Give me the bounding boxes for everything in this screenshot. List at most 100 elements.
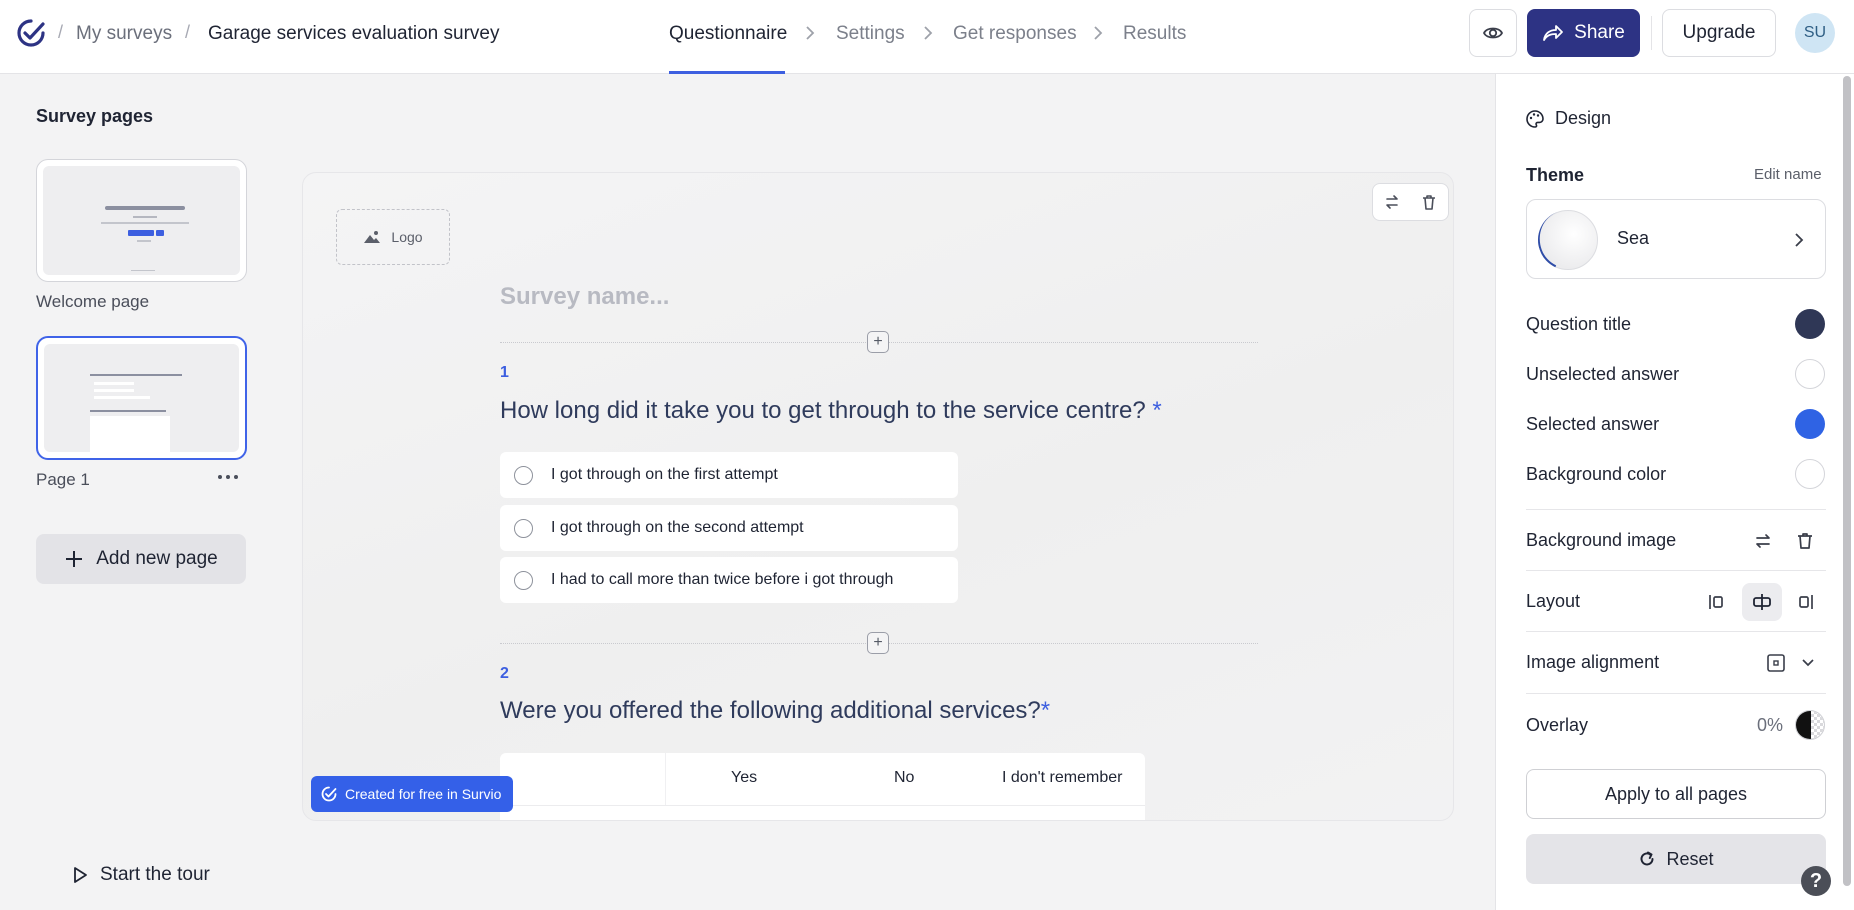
scrollbar-thumb[interactable]	[1843, 76, 1851, 886]
matrix-column-no: No	[894, 769, 915, 786]
edit-name-link[interactable]: Edit name	[1754, 166, 1822, 183]
reset-icon	[1641, 851, 1654, 866]
more-options-icon[interactable]	[216, 472, 240, 482]
answer-option-label: I got through on the second attempt	[551, 519, 804, 536]
question-title[interactable]: Were you offered the following additiona…	[500, 697, 1050, 725]
theme-label: Theme	[1526, 165, 1585, 185]
upgrade-button[interactable]: Upgrade	[1662, 9, 1776, 57]
layout-right-icon[interactable]	[1792, 588, 1820, 616]
chevron-right-icon	[1094, 26, 1103, 40]
thumbnail-preview	[44, 344, 239, 452]
survio-branding-badge[interactable]: Created for free in Survio	[311, 776, 514, 812]
question-title-color-swatch[interactable]	[1795, 309, 1825, 339]
eye-icon	[1482, 27, 1504, 39]
active-tab-underline	[669, 71, 785, 74]
overlay-label: Overlay	[1526, 715, 1589, 735]
page-label-welcome[interactable]: Welcome page	[36, 292, 149, 312]
selected-answer-color-label: Selected answer	[1526, 414, 1660, 434]
theme-name: Sea	[1617, 228, 1650, 248]
reset-label: Reset	[1666, 848, 1714, 869]
chevron-right-icon	[1795, 233, 1804, 247]
background-image-label: Background image	[1526, 530, 1677, 550]
overlay-value: 0%	[1757, 715, 1784, 735]
add-question-button[interactable]: +	[867, 632, 889, 654]
question-number: 1	[500, 364, 509, 381]
radio-button[interactable]	[514, 518, 533, 538]
answer-option[interactable]: I had to call more than twice before i g…	[500, 557, 958, 603]
selected-answer-color-swatch[interactable]	[1795, 409, 1825, 439]
scrollbar[interactable]	[1843, 76, 1851, 906]
radio-button[interactable]	[514, 465, 533, 485]
survey-name-input[interactable]: Survey name...	[500, 283, 669, 311]
trash-icon[interactable]	[1791, 527, 1819, 555]
page-thumbnail-welcome[interactable]	[36, 159, 247, 282]
question-number: 2	[500, 665, 509, 682]
matrix-column-dont-remember: I don't remember	[1002, 769, 1123, 786]
page-label-page-1[interactable]: Page 1	[36, 470, 90, 490]
share-arrow-icon	[1543, 25, 1564, 41]
answer-option-label: I got through on the first attempt	[551, 466, 778, 483]
swap-icon[interactable]	[1383, 193, 1401, 211]
thumbnail-preview	[43, 166, 240, 275]
apply-to-all-pages-button[interactable]: Apply to all pages	[1526, 769, 1826, 819]
survey-pages-title: Survey pages	[36, 106, 154, 126]
image-alignment-label: Image alignment	[1526, 652, 1660, 672]
share-button[interactable]: Share	[1527, 9, 1640, 57]
breadcrumb-separator: /	[58, 22, 64, 42]
theme-selector[interactable]: Sea	[1526, 199, 1826, 279]
answer-option[interactable]: I got through on the first attempt	[500, 452, 958, 498]
survio-check-icon	[321, 786, 337, 802]
page-thumbnail-page-1[interactable]	[36, 336, 247, 460]
tab-results[interactable]: Results	[1123, 23, 1186, 45]
matrix-question-table: Yes No I don't remember	[500, 753, 1145, 820]
trash-icon[interactable]	[1420, 193, 1438, 211]
header-divider	[1651, 16, 1652, 50]
question-title-text: How long did it take you to get through …	[500, 397, 1146, 424]
add-new-page-label: Add new page	[96, 548, 218, 569]
layout-left-icon[interactable]	[1702, 588, 1730, 616]
alignment-center-icon[interactable]	[1762, 649, 1790, 677]
swap-icon[interactable]	[1749, 527, 1777, 555]
unselected-answer-color-swatch[interactable]	[1795, 359, 1825, 389]
chevron-right-icon	[924, 26, 933, 40]
chevron-down-icon[interactable]	[1794, 649, 1822, 677]
matrix-header-divider	[500, 805, 1145, 806]
divider	[1526, 509, 1826, 510]
divider	[1526, 570, 1826, 571]
divider	[1526, 693, 1826, 694]
theme-swatch-accent	[1529, 201, 1607, 279]
start-tour-button[interactable]: Start the tour	[72, 864, 210, 886]
overlay-swatch[interactable]	[1795, 710, 1825, 740]
required-mark: *	[1152, 397, 1162, 424]
background-color-swatch[interactable]	[1795, 459, 1825, 489]
answer-option[interactable]: I got through on the second attempt	[500, 505, 958, 551]
logo-upload-box[interactable]: Logo	[336, 209, 450, 265]
breadcrumb-survey-title[interactable]: Garage services evaluation survey	[208, 23, 499, 45]
top-header: / My surveys / Garage services evaluatio…	[0, 0, 1854, 74]
help-button[interactable]: ?	[1801, 866, 1831, 896]
tab-settings[interactable]: Settings	[836, 23, 905, 45]
unselected-answer-color-label: Unselected answer	[1526, 364, 1680, 384]
background-tools	[1372, 183, 1449, 221]
tab-questionnaire[interactable]: Questionnaire	[669, 23, 787, 45]
design-title: Design	[1555, 108, 1612, 128]
layout-center-icon[interactable]	[1742, 583, 1782, 621]
reset-button[interactable]: Reset	[1526, 834, 1826, 884]
plus-icon	[66, 551, 83, 567]
palette-icon	[1526, 109, 1544, 128]
breadcrumb-my-surveys[interactable]: My surveys	[76, 23, 172, 45]
add-question-button[interactable]: +	[867, 331, 889, 353]
matrix-column-yes: Yes	[731, 769, 758, 786]
design-header: Design	[1525, 108, 1611, 129]
avatar[interactable]: SU	[1795, 13, 1835, 53]
radio-button[interactable]	[514, 570, 533, 590]
play-icon	[74, 867, 87, 883]
question-title[interactable]: How long did it take you to get through …	[500, 397, 1162, 425]
add-new-page-button[interactable]: Add new page	[36, 534, 246, 584]
survio-logo-icon[interactable]	[16, 18, 46, 48]
tab-get-responses[interactable]: Get responses	[953, 23, 1077, 45]
breadcrumb-separator: /	[185, 22, 191, 42]
preview-button[interactable]	[1469, 9, 1517, 57]
share-button-label: Share	[1574, 22, 1625, 43]
question-title-color-label: Question title	[1526, 314, 1632, 334]
